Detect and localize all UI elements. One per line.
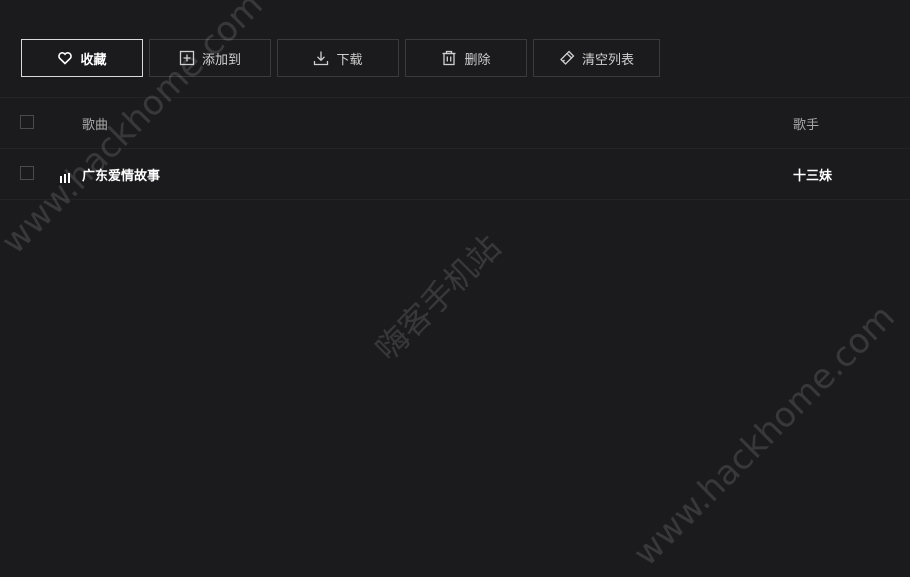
download-button[interactable]: 下载 (277, 39, 399, 77)
broom-icon (559, 50, 575, 66)
singer-name[interactable]: 十三妹 (793, 165, 832, 184)
watermark-text: 嗨客手机站 (367, 227, 508, 368)
heart-icon (57, 50, 73, 66)
favorite-label: 收藏 (80, 51, 107, 67)
clear-list-button[interactable]: 清空列表 (533, 39, 660, 77)
song-table: 歌曲 歌手 广东爱情故事 十三妹 (0, 97, 910, 200)
song-title[interactable]: 广东爱情故事 (82, 165, 160, 184)
table-row[interactable]: 广东爱情故事 十三妹 (0, 148, 910, 200)
add-to-label: 添加到 (201, 51, 241, 67)
row-checkbox[interactable] (20, 166, 34, 180)
trash-icon (441, 50, 457, 66)
delete-button[interactable]: 删除 (405, 39, 527, 77)
download-icon (313, 50, 329, 66)
add-to-button[interactable]: 添加到 (149, 39, 271, 77)
watermark-text: www.hackhome.com (625, 297, 903, 575)
select-all-checkbox[interactable] (20, 115, 34, 129)
table-header: 歌曲 歌手 (0, 97, 910, 148)
clear-list-label: 清空列表 (581, 51, 634, 67)
playlist-view: 收藏 添加到 下载 删除 清空列表 歌曲 歌手 广东爱情故事 十三妹 www.h… (0, 0, 910, 577)
delete-label: 删除 (464, 51, 491, 67)
plus-square-icon (179, 50, 195, 66)
now-playing-icon (59, 168, 71, 183)
download-label: 下载 (336, 51, 363, 67)
singer-column-header[interactable]: 歌手 (793, 114, 819, 133)
favorite-button[interactable]: 收藏 (21, 39, 143, 77)
toolbar: 收藏 添加到 下载 删除 清空列表 (21, 39, 660, 77)
song-column-header[interactable]: 歌曲 (82, 114, 108, 133)
